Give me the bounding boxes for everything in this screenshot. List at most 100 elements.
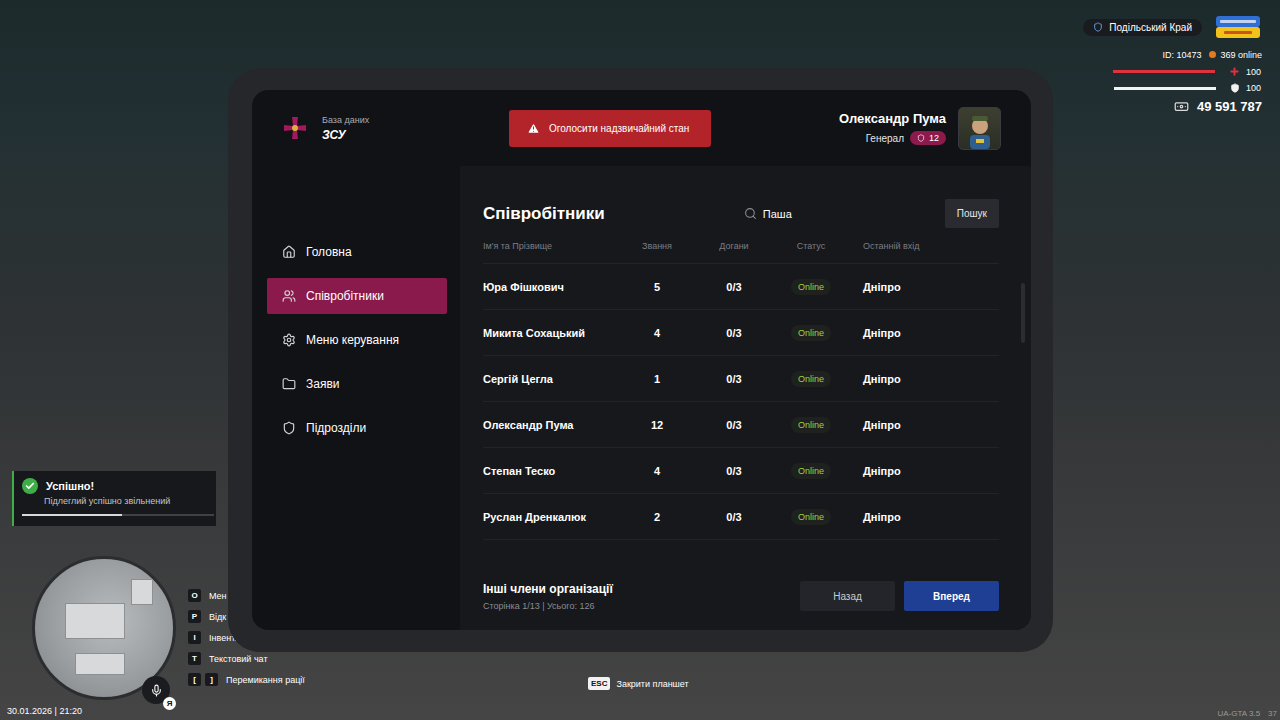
server-icon [1093, 22, 1103, 32]
armor-icon [1230, 83, 1240, 93]
table-row[interactable]: Олександр Пума120/3OnlineДніпро [483, 402, 999, 448]
armor-bar [1114, 87, 1216, 90]
keybind-label: Мен [209, 591, 227, 601]
tablet-body: Головна Співробітники Меню керування Заяви П… [252, 166, 1031, 630]
map-building [131, 579, 153, 605]
table-row[interactable]: Юра Фішкович50/3OnlineДніпро [483, 264, 999, 310]
notification-title: Успішно! [22, 478, 210, 494]
tablet-header: База данихЗСУОголосити надзвичайний стан… [252, 90, 1031, 166]
rank-title: Генерал [866, 133, 904, 144]
employee-reprimands: 0/3 [691, 419, 777, 431]
column-header: Ім'я та Прізвище [483, 241, 623, 251]
sidebar-item[interactable]: Співробітники [267, 278, 447, 314]
brand: База данихЗСУ [280, 113, 509, 143]
notification-progress [22, 514, 214, 516]
key-cap: I [188, 631, 201, 644]
online-count: 369 online [1209, 50, 1262, 60]
table-row[interactable]: Микита Сохацький40/3OnlineДніпро [483, 310, 999, 356]
table-footer: Інші члени організації Сторінка 1/13 | Ус… [483, 581, 999, 611]
pagination-info: Сторінка 1/13 | Усього: 126 [483, 601, 613, 611]
pager: Назад Вперед [800, 581, 999, 611]
key-cap: P [188, 610, 201, 623]
user-avatar [958, 107, 1001, 150]
warning-icon [527, 122, 540, 135]
employee-reprimands: 0/3 [691, 373, 777, 385]
rank-icon [917, 134, 925, 142]
employee-name: Олександр Пума [483, 419, 623, 431]
server-row: Подільський Край [1083, 14, 1262, 40]
server-pill: Подільський Край [1083, 19, 1202, 36]
armor-row: 100 [1114, 83, 1262, 93]
table-row[interactable]: Сергій Цегла10/3OnlineДніпро [483, 356, 999, 402]
table-row[interactable]: Руслан Дренкалюк20/3OnlineДніпро [483, 494, 999, 540]
employee-last-login: Дніпро [845, 419, 999, 431]
status-pill: Online [791, 325, 831, 341]
server-name: Подільський Край [1109, 22, 1192, 33]
search-field[interactable] [744, 203, 934, 224]
key-cap: O [188, 589, 201, 602]
sidebar-item[interactable]: Меню керування [267, 322, 447, 358]
close-hint: ESCЗакрити планшет [588, 677, 689, 690]
scrollbar[interactable] [1021, 283, 1025, 343]
page-title: Співробітники [483, 204, 605, 224]
player-info: ID: 10473 369 online [1162, 50, 1262, 60]
fps-counter: 37 [1268, 709, 1277, 718]
money-amount: 49 591 787 [1197, 99, 1262, 114]
money-row: 49 591 787 [1174, 99, 1262, 114]
tablet-screen: База данихЗСУОголосити надзвичайний стан… [252, 90, 1031, 630]
game-scene: Подільський КрайID: 10473369 online10010… [0, 0, 1280, 720]
employee-rank: 1 [623, 373, 691, 385]
employee-last-login: Дніпро [845, 373, 999, 385]
user-name: Олександр Пума [839, 111, 946, 126]
sidebar-item[interactable]: Головна [267, 234, 447, 270]
hud-top-right: Подільський Край ID: 10473 369 online 100 10… [1083, 14, 1262, 114]
rank-badge: 12 [910, 131, 946, 145]
back-button[interactable]: Назад [800, 581, 895, 611]
column-header: Останній вхід [845, 241, 999, 251]
employee-last-login: Дніпро [845, 511, 999, 523]
date-time: 30.01.2026 | 21:20 [7, 706, 82, 716]
search-button[interactable]: Пошук [945, 199, 999, 228]
mic-icon [150, 684, 163, 697]
employees-panel: Співробітники Пошук Ім'я та ПрізвищеЗвання… [460, 166, 1031, 630]
search-group: Пошук [744, 199, 999, 228]
voice-button[interactable]: Я [142, 676, 170, 704]
keybind-row: []Перемикання рації [188, 673, 305, 686]
sidebar-item[interactable]: Підрозділи [267, 410, 447, 446]
employee-rank: 4 [623, 327, 691, 339]
column-header: Звання [623, 241, 691, 251]
sidebar-item[interactable]: Заяви [267, 366, 447, 402]
search-input[interactable] [763, 208, 934, 220]
sidebar: Головна Співробітники Меню керування Заяви П… [252, 166, 460, 630]
game-logo-icon [1214, 14, 1262, 40]
success-notification: Успішно!Підлеглий успішно звільнений [12, 471, 216, 526]
employee-reprimands: 0/3 [691, 327, 777, 339]
tablet: База данихЗСУОголосити надзвичайний стан… [228, 68, 1053, 652]
sidebar-item-icon [282, 333, 296, 347]
employee-rank: 4 [623, 465, 691, 477]
employee-name: Юра Фішкович [483, 281, 623, 293]
health-fill [1113, 70, 1215, 73]
employee-last-login: Дніпро [845, 281, 999, 293]
key-cap: [ [188, 673, 201, 686]
employee-name: Микита Сохацький [483, 327, 623, 339]
health-reading: 100 [1246, 67, 1262, 77]
sidebar-item-icon [282, 289, 296, 303]
emergency-button[interactable]: Оголосити надзвичайний стан [509, 110, 711, 147]
version-label: UA-GTA 3.5 [1218, 709, 1261, 718]
next-button[interactable]: Вперед [904, 581, 999, 611]
employee-last-login: Дніпро [845, 465, 999, 477]
money-icon [1174, 99, 1189, 114]
employee-name: Руслан Дренкалюк [483, 511, 623, 523]
table-row[interactable]: Степан Теско40/3OnlineДніпро [483, 448, 999, 494]
footer-title: Інші члени організації [483, 582, 613, 596]
column-header: Догани [691, 241, 777, 251]
column-header: Статус [777, 241, 845, 251]
keybind-row: TТекстовий чат [188, 652, 305, 665]
employee-rank: 12 [623, 419, 691, 431]
player-id: ID: 10473 [1162, 50, 1201, 60]
sidebar-item-icon [282, 377, 296, 391]
armor-fill [1114, 87, 1216, 90]
employee-reprimands: 0/3 [691, 281, 777, 293]
map-building [75, 653, 125, 675]
